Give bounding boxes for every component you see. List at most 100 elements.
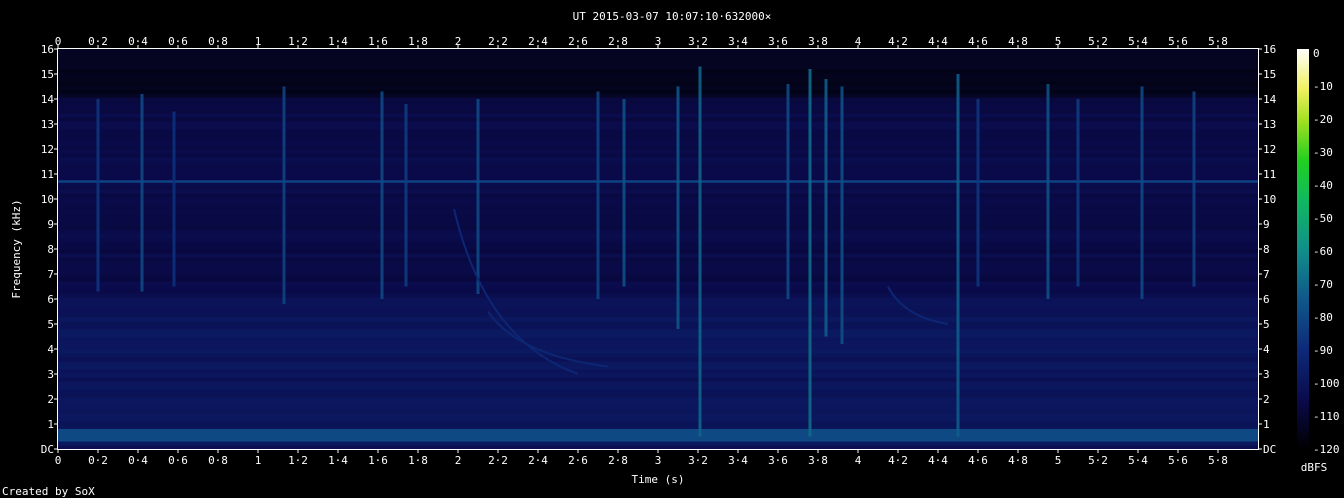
colorbar-tick-label: -80 — [1313, 311, 1333, 324]
colorbar-tick-label: -60 — [1313, 245, 1333, 258]
x-tick-label: 2·8 — [608, 454, 628, 467]
x-tick-label: 5 — [1055, 454, 1062, 467]
y-tick-label: 5 — [47, 318, 54, 331]
y-tick-label: 10 — [41, 193, 54, 206]
y-tick-label: 2 — [1263, 393, 1270, 406]
x-tick-label: 5 — [1055, 35, 1062, 48]
y-tick-label: 5 — [1263, 318, 1270, 331]
noise-band — [58, 53, 1258, 58]
noise-band — [58, 365, 1258, 370]
x-tick-label: 1·6 — [368, 454, 388, 467]
low-frequency-band — [58, 429, 1258, 442]
noise-band — [58, 425, 1258, 430]
x-tick-label: 5·4 — [1128, 35, 1148, 48]
x-tick-label: 3·8 — [808, 454, 828, 467]
x-tick-label: 1·8 — [408, 35, 428, 48]
y-tick-label: 13 — [1263, 118, 1276, 131]
x-tick-label: 1·4 — [328, 35, 348, 48]
noise-band — [58, 329, 1258, 334]
colorbar-tick-label: -120 — [1313, 443, 1340, 456]
x-tick-label: 2·6 — [568, 454, 588, 467]
x-tick-label: 4·6 — [968, 35, 988, 48]
noise-band — [58, 377, 1258, 382]
y-ticks-left: DC12345678910111213141516 — [41, 43, 58, 456]
y-tick-label: 3 — [1263, 368, 1270, 381]
x-tick-label: 0 — [55, 454, 62, 467]
noise-band — [58, 49, 1258, 54]
noise-band — [58, 65, 1258, 70]
y-tick-label: 14 — [41, 93, 55, 106]
noise-band — [58, 297, 1258, 302]
x-tick-label: 4·6 — [968, 454, 988, 467]
chart-title: UT 2015-03-07 10:07:10·632000× — [573, 10, 772, 23]
x-tick-label: 0·2 — [88, 454, 108, 467]
noise-band — [58, 385, 1258, 390]
noise-band — [58, 337, 1258, 342]
spectrogram-chart: UT 2015-03-07 10:07:10·632000× 0 0·2 0·4 0·… — [2, 10, 1340, 498]
x-tick-label: 4 — [855, 35, 862, 48]
noise-band — [58, 445, 1258, 450]
x-tick-label: 3·4 — [728, 454, 748, 467]
x-tick-label: 5·4 — [1128, 454, 1148, 467]
x-tick-label: 0·8 — [208, 35, 228, 48]
x-tick-label: 4·8 — [1008, 35, 1028, 48]
spectrogram-plot — [58, 49, 1258, 450]
x-tick-label: 0·8 — [208, 454, 228, 467]
colorbar-tick-label: -100 — [1313, 377, 1340, 390]
x-tick-label: 0·4 — [128, 35, 148, 48]
noise-band — [58, 381, 1258, 386]
noise-band — [58, 73, 1258, 78]
x-tick-label: 1·8 — [408, 454, 428, 467]
y-tick-label: 9 — [47, 218, 54, 231]
colorbar-tick-label: -30 — [1313, 146, 1333, 159]
x-tick-label: 1·2 — [288, 454, 308, 467]
x-tick-label: 4·2 — [888, 454, 908, 467]
x-tick-label: 5·6 — [1168, 35, 1188, 48]
y-tick-label: 16 — [41, 43, 54, 56]
x-tick-label: 0 — [55, 35, 62, 48]
y-tick-label: 4 — [47, 343, 54, 356]
x-tick-label: 2 — [455, 35, 462, 48]
x-tick-label: 5·8 — [1208, 454, 1228, 467]
y-tick-label: 8 — [1263, 243, 1270, 256]
colorbar-tick-label: -70 — [1313, 278, 1333, 291]
y-tick-label: 1 — [1263, 418, 1270, 431]
y-tick-label: 14 — [1263, 93, 1277, 106]
y-tick-label: 4 — [1263, 343, 1270, 356]
x-tick-label: 5·2 — [1088, 454, 1108, 467]
x-tick-label: 3 — [655, 454, 662, 467]
noise-band — [58, 413, 1258, 418]
noise-band — [58, 389, 1258, 394]
noise-band — [58, 405, 1258, 410]
colorbar-tick-label: -50 — [1313, 212, 1333, 225]
y-tick-label: 8 — [47, 243, 54, 256]
noise-band — [58, 93, 1258, 98]
noise-band — [58, 401, 1258, 406]
y-tick-label: 1 — [47, 418, 54, 431]
y-tick-label: 6 — [47, 293, 54, 306]
noise-band — [58, 353, 1258, 358]
footer-credit: Created by SoX — [2, 485, 95, 498]
noise-band — [58, 393, 1258, 398]
x-tick-label: 4·4 — [928, 454, 948, 467]
y-tick-label: 10 — [1263, 193, 1276, 206]
noise-band — [58, 345, 1258, 350]
x-tick-label: 2·2 — [488, 35, 508, 48]
noise-band — [58, 57, 1258, 62]
noise-band — [58, 289, 1258, 294]
y-tick-label: 11 — [41, 168, 54, 181]
y-tick-label: DC — [41, 443, 54, 456]
x-tick-label: 5·2 — [1088, 35, 1108, 48]
colorbar-tick-label: -90 — [1313, 344, 1333, 357]
x-ticks-bottom: 0 0·2 0·4 0·6 0·8 1 1·2 1·4 1·6 1·8 2 2·2 2·4 2·6 2·8 3… — [55, 449, 1228, 467]
y-tick-label: 15 — [1263, 68, 1276, 81]
y-tick-label: 7 — [1263, 268, 1270, 281]
noise-band — [58, 313, 1258, 318]
x-tick-label: 3·6 — [768, 454, 788, 467]
x-tick-label: 2 — [455, 454, 462, 467]
noise-band — [58, 61, 1258, 66]
y-tick-label: DC — [1263, 443, 1276, 456]
noise-band — [58, 317, 1258, 322]
x-tick-label: 0·2 — [88, 35, 108, 48]
noise-band — [58, 341, 1258, 346]
